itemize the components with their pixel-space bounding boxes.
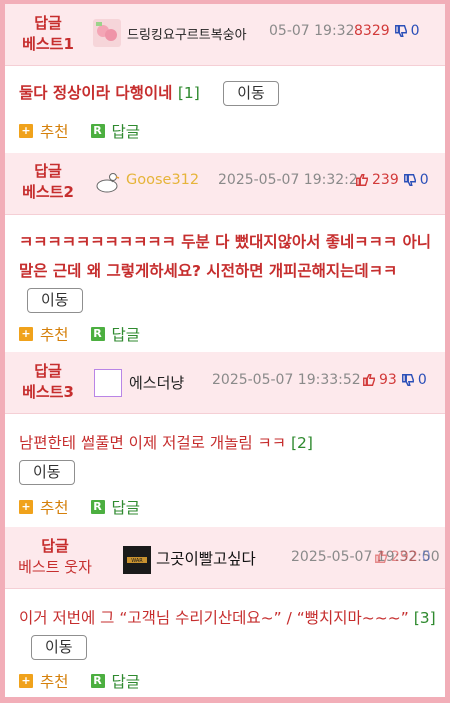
- reply-count: [1]: [177, 84, 200, 102]
- comment-header: 답글 베스트2 Goose312 2025-05-07 19:32:2 239: [5, 153, 445, 215]
- nickname[interactable]: 드링킹요구르트복숭아: [127, 24, 247, 43]
- vote-counts: 93 0: [362, 372, 427, 388]
- recommend-button[interactable]: + 추천: [19, 670, 69, 692]
- move-button[interactable]: 이동: [19, 460, 75, 485]
- best-badge: 답글 베스트1: [22, 14, 74, 53]
- comment-text-block: ㅋㅋㅋㅋㅋㅋㅋㅋㅋㅋㅋ 두분 다 뻤대지않아서 좋네ㅋㅋㅋ 아니 말은 근데 왜…: [19, 228, 441, 315]
- downvote-button[interactable]: 0: [422, 549, 431, 565]
- plus-icon: +: [19, 674, 33, 688]
- comment-actions: + 추천 R 답글: [19, 323, 140, 345]
- vote-counts: 8329 0: [354, 23, 420, 39]
- svg-text:WAR: WAR: [131, 558, 143, 564]
- recommend-button[interactable]: + 추천: [19, 120, 69, 142]
- avatar[interactable]: [93, 19, 121, 47]
- nickname[interactable]: 그곳이빨고싶다: [156, 547, 256, 569]
- timestamp: 2025-05-07 19:33:52: [212, 372, 361, 388]
- timestamp: 2025-05-07 19:32:2: [218, 172, 358, 188]
- move-button[interactable]: 이동: [223, 81, 279, 106]
- avatar[interactable]: [94, 369, 122, 397]
- comment-actions: + 추천 R 답글: [19, 496, 140, 518]
- reply-count: [2]: [291, 434, 313, 452]
- comment-header: 답글 베스트1 드링킹요구르트복숭아 05-07 19:32 8329 0: [5, 4, 445, 66]
- downvote-button[interactable]: 0: [394, 23, 420, 39]
- thumbs-down-icon: [394, 25, 407, 37]
- best-badge: 답글 베스트 웃자: [18, 537, 92, 576]
- nickname[interactable]: Goose312: [126, 172, 199, 188]
- recommend-button[interactable]: + 추천: [19, 323, 69, 345]
- comment-list: 답글 베스트1 드링킹요구르트복숭아 05-07 19:32 8329 0 둘다…: [5, 4, 445, 697]
- nickname[interactable]: 에스더냥: [129, 372, 184, 393]
- reply-button[interactable]: R 답글: [90, 323, 140, 345]
- comment-actions: + 추천 R 답글: [19, 670, 140, 692]
- plus-icon: +: [19, 500, 33, 514]
- comment-text-block: 남편한테 썰풀면 이제 저걸로 개놀림 ㅋㅋ [2] 이동: [19, 429, 439, 487]
- downvote-button[interactable]: 0: [403, 172, 429, 188]
- avatar[interactable]: WAR: [123, 546, 151, 574]
- reply-button[interactable]: R 답글: [90, 670, 140, 692]
- plus-icon: +: [19, 327, 33, 341]
- best-badge: 답글 베스트3: [22, 362, 74, 401]
- thumbs-down-icon: [403, 174, 416, 186]
- best-comment-1: 답글 베스트1 드링킹요구르트복숭아 05-07 19:32 8329 0 둘다…: [5, 4, 445, 150]
- upvote-button[interactable]: 93: [362, 372, 397, 388]
- comment-actions: + 추천 R 답글: [19, 120, 140, 142]
- upvote-button[interactable]: 8329: [354, 23, 390, 39]
- comment-text-block: 둘다 정상이라 다행이네 [1] 이동: [19, 79, 439, 108]
- reply-icon: R: [90, 674, 105, 688]
- comment-header: 답글 베스트 웃자 WAR 그곳이빨고싶다 2025-05-07 19:32:5…: [5, 527, 445, 589]
- thumbs-up-icon: [363, 374, 375, 386]
- move-button[interactable]: 이동: [27, 288, 83, 313]
- thumbs-down-icon: [401, 374, 414, 386]
- reply-count: [3]: [413, 609, 436, 627]
- best-badge: 답글 베스트2: [22, 162, 74, 201]
- upvote-button[interactable]: 239: [355, 172, 399, 188]
- reply-button[interactable]: R 답글: [90, 496, 140, 518]
- move-button[interactable]: 이동: [31, 635, 87, 660]
- best-comment-3: 답글 베스트3 에스더냥 2025-05-07 19:33:52 93 0 남편…: [5, 352, 445, 524]
- reply-button[interactable]: R 답글: [90, 120, 140, 142]
- goose-avatar[interactable]: [93, 168, 121, 196]
- best-comment-2: 답글 베스트2 Goose312 2025-05-07 19:32:2 239: [5, 153, 445, 349]
- reply-icon: R: [90, 327, 105, 341]
- vote-counts: 292 0: [374, 549, 431, 565]
- recommend-button[interactable]: + 추천: [19, 496, 69, 518]
- timestamp: 05-07 19:32: [269, 23, 355, 39]
- plus-icon: +: [19, 124, 33, 138]
- downvote-button[interactable]: 0: [401, 372, 427, 388]
- comment-header: 답글 베스트3 에스더냥 2025-05-07 19:33:52 93 0: [5, 352, 445, 414]
- upvote-button[interactable]: 292: [374, 549, 418, 565]
- comment-text-block: 이거 저번에 그 “고객님 수리기산데요~” / “뻥치지마~~~” [3] 이…: [19, 604, 439, 662]
- best-comment-funny: 답글 베스트 웃자 WAR 그곳이빨고싶다 2025-05-07 19:32:5…: [5, 527, 445, 697]
- reply-icon: R: [90, 124, 105, 138]
- vote-counts: 239 0: [355, 172, 429, 188]
- reply-icon: R: [90, 500, 105, 514]
- thumbs-up-icon: [375, 551, 387, 563]
- thumbs-up-icon: [356, 174, 368, 186]
